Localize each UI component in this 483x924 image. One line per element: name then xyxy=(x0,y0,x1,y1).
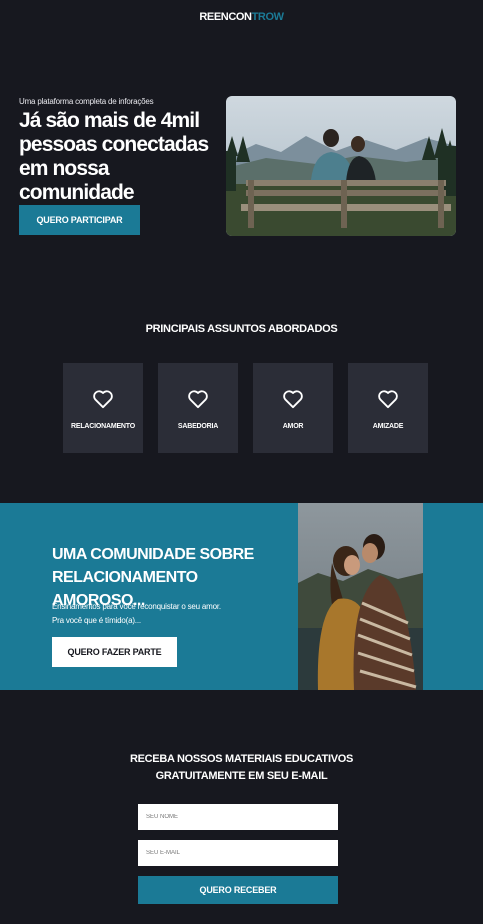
topic-label: SABEDORIA xyxy=(177,423,219,430)
site-logo[interactable]: REENCONTROW xyxy=(0,11,483,23)
topic-label: AMIZADE xyxy=(372,423,404,430)
topic-label: AMOR xyxy=(282,423,304,430)
topic-card-sabedoria[interactable]: SABEDORIA xyxy=(158,363,238,453)
topic-card-amor[interactable]: AMOR xyxy=(253,363,333,453)
newsletter-title-line-2: GRATUITAMENTE EM SEU E-MAIL xyxy=(155,770,328,782)
name-input[interactable] xyxy=(138,804,338,830)
join-button[interactable]: QUERO PARTICIPAR xyxy=(19,205,140,235)
hero-title: Já são mais de 4mil pessoas conectadas e… xyxy=(19,109,209,204)
heart-icon xyxy=(283,390,303,409)
topic-card-amizade[interactable]: AMIZADE xyxy=(348,363,428,453)
heart-icon xyxy=(378,390,398,409)
heart-icon xyxy=(188,390,208,409)
topics-title: PRINCIPAIS ASSUNTOS ABORDADOS xyxy=(145,323,338,335)
logo-part-1: REENCON xyxy=(199,11,252,23)
email-input[interactable] xyxy=(138,840,338,866)
join-community-button[interactable]: QUERO FAZER PARTE xyxy=(52,637,177,667)
topic-label: RELACIONAMENTO xyxy=(71,423,135,430)
newsletter-title-line-1: RECEBA NOSSOS MATERIAIS EDUCATIVOS xyxy=(129,753,354,765)
newsletter-title: RECEBA NOSSOS MATERIAIS EDUCATIVOS GRATU… xyxy=(0,751,483,785)
hero-photo-couple-bench xyxy=(226,96,456,236)
subscribe-button[interactable]: QUERO RECEBER xyxy=(138,876,338,904)
hero-kicker: Uma plataforma completa de inforações xyxy=(19,97,154,106)
community-photo-couple xyxy=(298,503,423,690)
logo-part-2: TROW xyxy=(251,11,284,23)
community-line-2: Pra você que é tímido(a)... xyxy=(52,616,141,625)
topic-card-relacionamento[interactable]: RELACIONAMENTO xyxy=(63,363,143,453)
community-line-1: Ensinamentos para você reconquistar o se… xyxy=(52,602,221,611)
heart-icon xyxy=(93,390,113,409)
community-description: Ensinamentos para você reconquistar o se… xyxy=(52,600,221,628)
